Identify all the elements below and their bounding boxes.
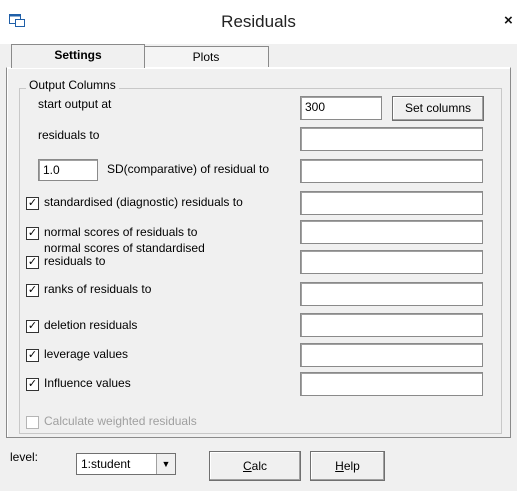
ranks-checkbox[interactable]: ✓ xyxy=(26,284,39,297)
sd-output-input[interactable] xyxy=(300,159,483,183)
ranks-label: ranks of residuals to xyxy=(44,282,152,296)
standardised-residuals-input[interactable] xyxy=(300,191,483,215)
start-output-label: start output at xyxy=(38,97,112,111)
chevron-down-icon[interactable]: ▼ xyxy=(156,454,175,474)
normal-scores-checkbox[interactable]: ✓ xyxy=(26,227,39,240)
standardised-residuals-checkbox[interactable]: ✓ xyxy=(26,197,39,210)
normal-scores-standardised-input[interactable] xyxy=(300,250,483,274)
residuals-label: residuals to xyxy=(38,128,100,142)
influence-values-checkbox[interactable]: ✓ xyxy=(26,378,39,391)
help-button[interactable]: Help xyxy=(310,451,385,481)
normal-scores-input[interactable] xyxy=(300,220,483,244)
normal-scores-standardised-label: normal scores of standardised residuals … xyxy=(44,241,205,268)
calc-button[interactable]: Calc xyxy=(209,451,301,481)
window-title: Residuals xyxy=(221,12,296,31)
normal-scores-standardised-checkbox[interactable]: ✓ xyxy=(26,256,39,269)
tab-settings[interactable]: Settings xyxy=(11,44,145,68)
output-columns-legend: Output Columns xyxy=(26,78,119,92)
close-icon[interactable]: × xyxy=(504,12,517,30)
sd-label: SD(comparative) of residual to xyxy=(107,162,270,176)
influence-values-input[interactable] xyxy=(300,372,483,396)
weighted-residuals-checkbox[interactable] xyxy=(26,416,39,429)
level-select-value: 1:student xyxy=(81,457,131,471)
normal-scores-label: normal scores of residuals to xyxy=(44,225,198,239)
leverage-values-input[interactable] xyxy=(300,343,483,367)
calc-button-label: Calc xyxy=(242,459,267,473)
leverage-values-label: leverage values xyxy=(44,347,129,361)
start-output-input[interactable]: 300 xyxy=(300,96,382,120)
sd-value-input[interactable]: 1.0 xyxy=(38,159,98,181)
leverage-values-checkbox[interactable]: ✓ xyxy=(26,349,39,362)
residuals-output-input[interactable] xyxy=(300,127,483,151)
help-button-label: Help xyxy=(335,459,360,473)
standardised-residuals-label: standardised (diagnostic) residuals to xyxy=(44,195,243,209)
level-label: level: xyxy=(10,450,39,464)
weighted-residuals-label: Calculate weighted residuals xyxy=(44,414,197,428)
influence-values-label: Influence values xyxy=(44,376,131,390)
set-columns-button[interactable]: Set columns xyxy=(392,96,484,121)
tab-plots[interactable]: Plots xyxy=(143,46,269,67)
level-select[interactable]: 1:student ▼ xyxy=(76,453,176,475)
deletion-residuals-label: deletion residuals xyxy=(44,318,138,332)
ranks-input[interactable] xyxy=(300,282,483,306)
deletion-residuals-checkbox[interactable]: ✓ xyxy=(26,320,39,333)
deletion-residuals-input[interactable] xyxy=(300,313,483,337)
